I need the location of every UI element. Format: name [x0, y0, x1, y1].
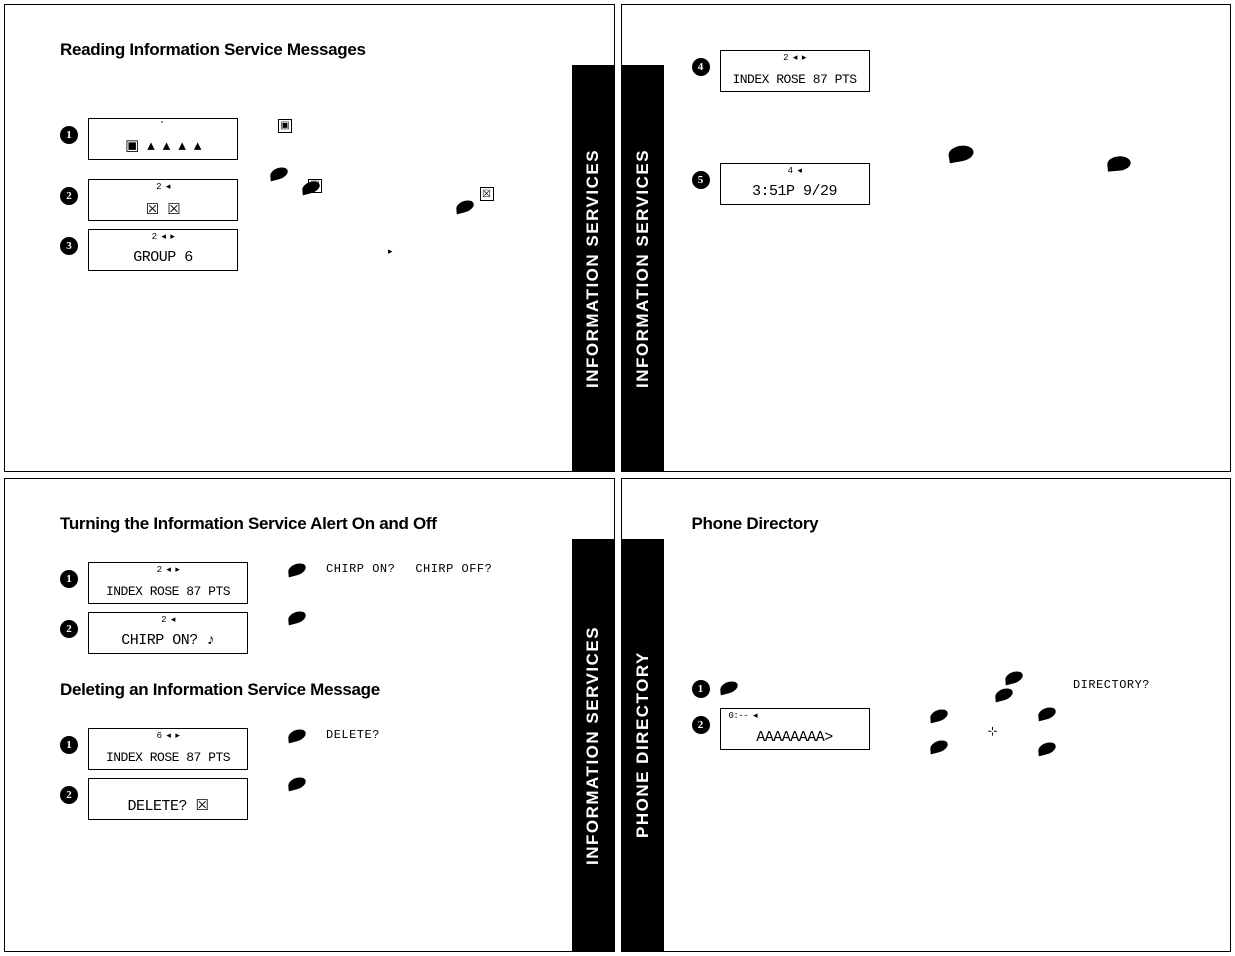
- delete-step-2: 2 DELETE? ☒: [60, 778, 534, 820]
- seed-icon: [1038, 741, 1056, 757]
- lcd-5: 4 ◂ 3:51P 9/29: [720, 163, 870, 205]
- seed-icon: [929, 739, 947, 755]
- step-num-2: 2: [692, 716, 710, 734]
- step-num-2: 2: [60, 786, 78, 804]
- step-num-4: 4: [692, 58, 710, 76]
- seed-icon: [719, 680, 737, 696]
- tab-information-services: INFORMATION SERVICES: [572, 539, 614, 951]
- panel-read-messages: Reading Information Service Messages 1 ⠁…: [4, 4, 615, 472]
- tab-phone-directory: PHONE DIRECTORY: [622, 539, 664, 951]
- seed-icon: [1038, 706, 1056, 722]
- chirp-on-label: CHIRP ON?: [326, 562, 395, 576]
- seed-icon: [455, 199, 473, 215]
- heading-read-messages: Reading Information Service Messages: [60, 40, 534, 60]
- lcd-dir-2: 0:-- ◂ AAAAAAAA>: [720, 708, 870, 750]
- step-3: 3 2 ◂ ▸ GROUP 6 ▸: [60, 229, 534, 271]
- directory-label: DIRECTORY?: [1073, 678, 1150, 692]
- step-5: 5 4 ◂ 3:51P 9/29: [692, 163, 1151, 205]
- panel-phone-directory: PHONE DIRECTORY Phone Directory 1 DIRECT…: [621, 478, 1232, 952]
- alert-step-1: 1 2 ◂ ▸ INDEX ROSE 87 PTS CHIRP ON? CHIR…: [60, 562, 534, 604]
- lcd-1: ⠁ ▣ ▴ ▴ ▴ ▴: [88, 118, 238, 160]
- delete-step-1: 1 6 ◂ ▸ INDEX ROSE 87 PTS DELETE?: [60, 728, 534, 770]
- dir-step-2: 2 0:-- ◂ AAAAAAAA> ⊹: [692, 708, 1151, 754]
- x-box-icon: ☒: [480, 187, 494, 201]
- seed-icon: [1005, 670, 1023, 686]
- lcd-4: 2 ◂ ▸ INDEX ROSE 87 PTS: [720, 50, 870, 92]
- dir-step-1: 1 DIRECTORY?: [692, 672, 1151, 700]
- step-num-5: 5: [692, 171, 710, 189]
- lcd-alert-1: 2 ◂ ▸ INDEX ROSE 87 PTS: [88, 562, 248, 604]
- step-num-1: 1: [60, 736, 78, 754]
- lcd-2: 2 ◂ ☒ ☒: [88, 179, 238, 221]
- step-num-1: 1: [692, 680, 710, 698]
- heading-alert: Turning the Information Service Alert On…: [60, 514, 534, 534]
- step-num-1: 1: [60, 570, 78, 588]
- step-num-3: 3: [60, 237, 78, 255]
- panel-alert-and-delete: Turning the Information Service Alert On…: [4, 478, 615, 952]
- delete-label: DELETE?: [326, 728, 380, 742]
- tab-information-services: INFORMATION SERVICES: [572, 65, 614, 471]
- seed-icon: [929, 708, 947, 724]
- seed-icon: [288, 610, 306, 626]
- heading-phone-directory: Phone Directory: [692, 514, 1151, 534]
- step-4: 4 2 ◂ ▸ INDEX ROSE 87 PTS: [692, 50, 1151, 92]
- seed-icon: [288, 561, 306, 577]
- step-2: 2 2 ◂ ☒ ☒ ☒ ☒: [60, 179, 534, 221]
- square-icon: ▣: [278, 119, 292, 133]
- step-num-2: 2: [60, 620, 78, 638]
- plus-icon: ⊹: [988, 724, 999, 739]
- seed-icon: [288, 727, 306, 743]
- lcd-alert-2: 2 ◂ CHIRP ON? ♪: [88, 612, 248, 654]
- lcd-delete-2: DELETE? ☒: [88, 778, 248, 820]
- step-num-1: 1: [60, 126, 78, 144]
- lcd-delete-1: 6 ◂ ▸ INDEX ROSE 87 PTS: [88, 728, 248, 770]
- triangle-icon: ▸: [388, 247, 393, 257]
- seed-icon: [995, 687, 1013, 703]
- seed-icon: [288, 776, 306, 792]
- panel-read-messages-cont: INFORMATION SERVICES 4 2 ◂ ▸ INDEX ROSE …: [621, 4, 1232, 472]
- tab-information-services: INFORMATION SERVICES: [622, 65, 664, 471]
- alert-step-2: 2 2 ◂ CHIRP ON? ♪: [60, 612, 534, 654]
- heading-delete: Deleting an Information Service Message: [60, 680, 534, 700]
- step-num-2: 2: [60, 187, 78, 205]
- step-1: 1 ⠁ ▣ ▴ ▴ ▴ ▴ ▣: [60, 118, 534, 160]
- chirp-off-label: CHIRP OFF?: [415, 562, 492, 576]
- lcd-3: 2 ◂ ▸ GROUP 6: [88, 229, 238, 271]
